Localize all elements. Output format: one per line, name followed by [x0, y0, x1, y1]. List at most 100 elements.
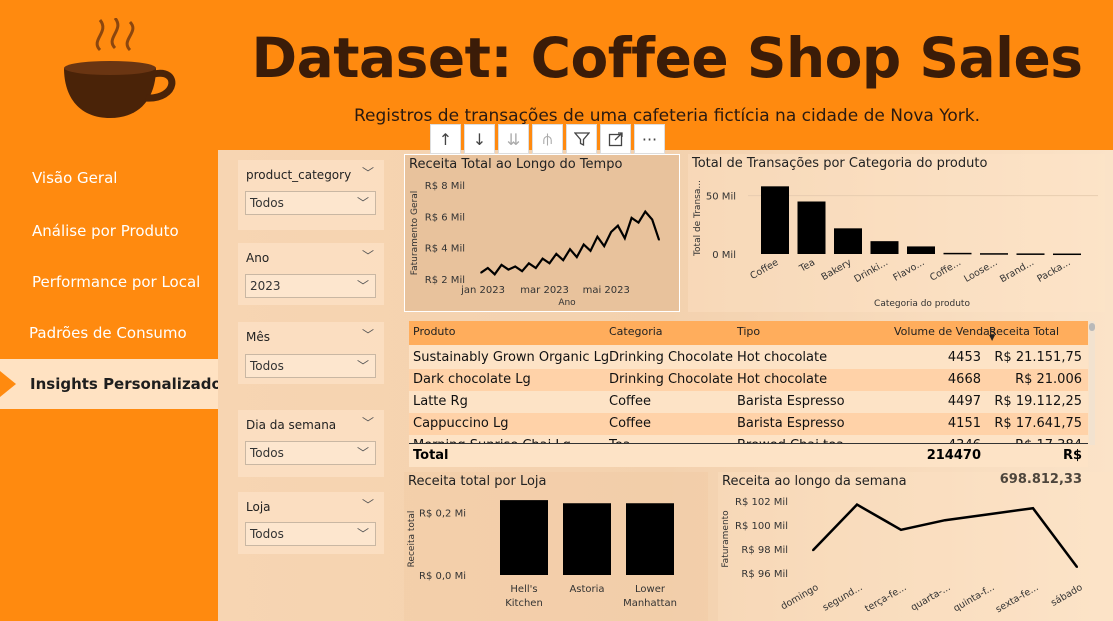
- arrow-down-icon[interactable]: ↓: [464, 124, 495, 154]
- chart-revenue-by-weekday[interactable]: Receita ao longo da semana R$ 96 Mil R$ 9…: [718, 472, 1113, 621]
- slicer-dropdown[interactable]: Todos ﹀: [245, 441, 376, 465]
- cell-type: Barista Espresso: [737, 416, 845, 431]
- slicer-label: Loja: [246, 500, 271, 514]
- cell-revenue: R$ 21.006: [1015, 372, 1082, 387]
- y-tick-label: R$ 98 Mil: [741, 545, 788, 556]
- slicer-value: Todos: [250, 527, 284, 541]
- chart-revenue-by-store[interactable]: Receita total por Loja R$ 0,0 Mi R$ 0,2 M…: [404, 472, 708, 621]
- collapse-chevron-icon[interactable]: ﹀: [362, 164, 374, 181]
- total-volume: 214470: [926, 448, 981, 463]
- data-point: [562, 259, 564, 261]
- chart-transactions-by-category[interactable]: Total de Transações por Categoria do pro…: [688, 154, 1105, 312]
- y-tick-label: 0 Mil: [712, 250, 736, 261]
- visual-toolbar: ↑ ↓ ⇊ ⫛ ···: [430, 124, 665, 154]
- y-tick-label: R$ 4 Mil: [425, 244, 465, 255]
- scrollbar-thumb[interactable]: [1089, 323, 1095, 331]
- cell-revenue: R$ 21.151,75: [994, 350, 1082, 365]
- cell-category: Drinking Chocolate: [609, 350, 734, 365]
- table-row[interactable]: Sustainably Grown Organic Lg Drinking Ch…: [409, 347, 1088, 369]
- total-label: Total: [413, 448, 449, 463]
- x-tick-label: quarta-...: [909, 582, 952, 613]
- x-axis-label: Ano: [558, 298, 576, 308]
- data-point: [528, 262, 530, 265]
- slicer-label: product_category: [246, 168, 352, 182]
- collapse-chevron-icon[interactable]: ﹀: [362, 496, 374, 513]
- x-tick-label: segund...: [821, 582, 865, 614]
- bar-chart-svg: 0 Mil 50 MilTotal de Transa... Coffee Tea Ba…: [693, 180, 1098, 309]
- y-tick-label: R$ 100 Mil: [735, 521, 788, 532]
- series-line: [812, 503, 1079, 568]
- cell-revenue: R$ 17.641,75: [994, 416, 1082, 431]
- column-header[interactable]: Volume de Vendas: [894, 321, 996, 343]
- nav-item-insights-personalizados[interactable]: Insights Personalizados: [0, 359, 231, 409]
- data-point: [521, 270, 523, 272]
- data-point: [589, 250, 592, 252]
- filter-icon[interactable]: [566, 124, 597, 154]
- bar: [870, 241, 899, 254]
- data-point: [603, 245, 606, 247]
- column-header[interactable]: Produto: [413, 321, 455, 343]
- double-arrow-down-icon[interactable]: ⇊: [498, 124, 529, 154]
- y-tick-label: R$ 6 Mil: [425, 212, 465, 223]
- x-tick-label: mai 2023: [583, 285, 630, 296]
- data-point: [1032, 507, 1034, 510]
- cell-product: Dark chocolate Lg: [413, 372, 531, 387]
- slicer-mes: Mês ﹀ Todos ﹀: [238, 322, 384, 384]
- more-options-icon[interactable]: ···: [634, 124, 665, 154]
- dashboard-subtitle: Registros de transações de uma cafeteria…: [353, 106, 981, 126]
- nav-item-performance-local[interactable]: Performance por Local: [0, 262, 218, 302]
- focus-mode-icon[interactable]: [600, 124, 631, 154]
- line-chart-svg: R$ 96 Mil R$ 98 Mil R$ 100 Mil R$ 102 Mil Fa…: [721, 497, 1085, 615]
- dashboard-title: Dataset: Coffee Shop Sales: [251, 26, 1083, 90]
- data-point: [569, 248, 571, 251]
- slicer-dropdown[interactable]: Todos ﹀: [245, 191, 376, 215]
- slicer-label: Ano: [246, 251, 270, 265]
- bar: [1016, 253, 1045, 255]
- chevron-down-icon: ﹀: [356, 279, 369, 293]
- data-point: [582, 243, 585, 246]
- table-scrollbar[interactable]: [1089, 321, 1095, 445]
- table-row[interactable]: Cappuccino Lg Coffee Barista Espresso 41…: [409, 413, 1088, 435]
- column-header[interactable]: Categoria: [609, 321, 663, 343]
- expand-hierarchy-icon[interactable]: ⫛: [532, 124, 563, 154]
- x-tick-label: mar 2023: [520, 285, 569, 296]
- chart-revenue-over-time[interactable]: Receita Total ao Longo do Tempo R$ 2 Mil…: [404, 154, 680, 312]
- cell-volume: 4668: [947, 372, 981, 387]
- chart-title: Receita Total ao Longo do Tempo: [409, 157, 623, 172]
- cell-category: Drinking Chocolate: [609, 372, 734, 387]
- nav-item-analise-produto[interactable]: Análise por Produto: [0, 211, 218, 251]
- bar: [563, 503, 611, 575]
- data-point: [493, 273, 496, 276]
- column-header[interactable]: Tipo: [737, 321, 760, 343]
- x-tick-label: Tea: [797, 257, 817, 275]
- table-row[interactable]: Latte Rg Coffee Barista Espresso 4497 R$…: [409, 391, 1088, 413]
- arrow-up-icon[interactable]: ↑: [430, 124, 461, 154]
- chart-title: Receita ao longo da semana: [722, 474, 907, 489]
- cell-volume: 4497: [947, 394, 981, 409]
- bar: [626, 503, 674, 575]
- data-point: [651, 218, 653, 221]
- data-point: [623, 237, 626, 240]
- cell-volume: 4151: [947, 416, 981, 431]
- collapse-chevron-icon[interactable]: ﹀: [362, 247, 374, 264]
- data-point: [617, 224, 619, 227]
- table-row[interactable]: Dark chocolate Lg Drinking Chocolate Hot…: [409, 369, 1088, 391]
- x-tick-label: Drinki...: [852, 257, 890, 285]
- data-point: [1076, 566, 1078, 568]
- slicer-dropdown[interactable]: 2023 ﹀: [245, 274, 376, 298]
- product-table[interactable]: Produto Categoria Tipo Volume de Vendas …: [409, 321, 1088, 487]
- y-axis-label: Faturamento Geral: [410, 191, 420, 275]
- slicer-dropdown[interactable]: Todos ﹀: [245, 522, 376, 546]
- data-point: [548, 262, 551, 265]
- nav-item-visao-geral[interactable]: Visão Geral: [0, 158, 218, 198]
- line-chart-svg: R$ 2 Mil R$ 4 Mil R$ 6 Mil R$ 8 Mil jan 2023…: [410, 181, 661, 308]
- slicer-value: Todos: [250, 446, 284, 460]
- column-header[interactable]: Receita Total: [989, 321, 1059, 343]
- x-tick-label: quinta-f...: [952, 582, 997, 614]
- x-tick-label: Bakery: [820, 257, 854, 283]
- data-point: [541, 257, 544, 260]
- slicer-dropdown[interactable]: Todos ﹀: [245, 354, 376, 378]
- nav-item-padroes-consumo[interactable]: Padrões de Consumo: [0, 313, 218, 353]
- collapse-chevron-icon[interactable]: ﹀: [362, 326, 374, 343]
- collapse-chevron-icon[interactable]: ﹀: [362, 414, 374, 431]
